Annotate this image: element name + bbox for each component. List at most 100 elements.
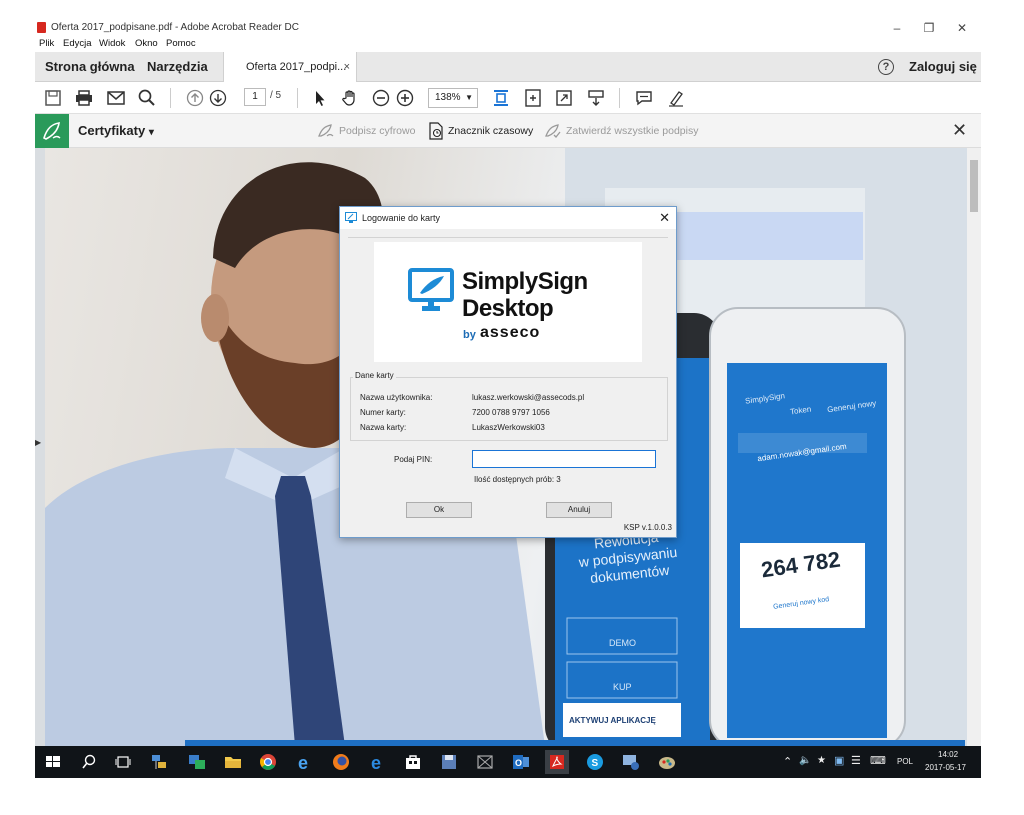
certificate-manager-icon[interactable]: [619, 750, 643, 774]
paint-app-icon[interactable]: [655, 750, 679, 774]
help-icon[interactable]: ?: [878, 59, 894, 75]
network-app-icon[interactable]: [147, 750, 171, 774]
logo-brand: asseco: [480, 324, 541, 341]
windows-start-icon[interactable]: [41, 750, 65, 774]
card-name-value: LukaszWerkowski03: [472, 423, 545, 432]
language-indicator[interactable]: POL: [897, 757, 913, 766]
volume-icon[interactable]: 🔈: [799, 755, 811, 766]
star-icon[interactable]: ★: [817, 755, 826, 766]
menu-view[interactable]: Widok: [99, 38, 125, 49]
notification-icon[interactable]: ☰: [851, 754, 861, 767]
previous-page-icon[interactable]: [185, 88, 205, 108]
tab-tools[interactable]: Narzędzia: [147, 52, 208, 82]
mail-app-icon[interactable]: [473, 750, 497, 774]
certificates-menu[interactable]: Certyfikaty ▾: [78, 114, 154, 150]
firefox-icon[interactable]: [329, 750, 353, 774]
tab-document[interactable]: Oferta 2017_podpi... ×: [223, 52, 357, 83]
ok-button[interactable]: Ok: [406, 502, 472, 518]
skype-icon[interactable]: S: [583, 750, 607, 774]
timestamp-button[interactable]: Znacznik czasowy: [428, 114, 533, 148]
fit-width-icon[interactable]: [523, 88, 543, 108]
certificates-label: Certyfikaty: [78, 123, 146, 138]
certificate-tool-icon: [35, 114, 69, 148]
simplysign-tray-icon[interactable]: ▣: [834, 754, 844, 767]
card-name-label: Nazwa karty:: [360, 423, 407, 432]
validate-signatures-label: Zatwierdź wszystkie podpisy: [566, 125, 699, 137]
tab-close-icon[interactable]: ×: [344, 52, 350, 82]
menu-window[interactable]: Okno: [135, 38, 158, 49]
highlight-pen-icon[interactable]: [666, 88, 686, 108]
next-page-icon[interactable]: [208, 88, 228, 108]
dialog-title: Logowanie do karty: [362, 213, 441, 223]
maximize-button[interactable]: ❐: [912, 19, 946, 37]
chevron-down-icon: ▼: [465, 93, 473, 102]
vertical-scrollbar[interactable]: [967, 148, 981, 746]
pdf-app-icon: [37, 22, 46, 33]
chevron-up-icon[interactable]: ⌃: [783, 755, 792, 768]
select-cursor-icon[interactable]: [310, 88, 330, 108]
file-explorer-icon[interactable]: [221, 750, 245, 774]
print-icon[interactable]: [74, 88, 94, 108]
outlook-icon[interactable]: O: [509, 750, 533, 774]
login-link[interactable]: Zaloguj się: [909, 52, 977, 82]
zoom-select[interactable]: 138% ▼: [428, 88, 478, 108]
svg-text:e: e: [298, 753, 308, 773]
scroll-mode-icon[interactable]: [586, 88, 606, 108]
ksp-version: KSP v.1.0.0.3: [623, 523, 672, 532]
card-number-label: Numer karty:: [360, 408, 406, 417]
chrome-icon[interactable]: [256, 750, 280, 774]
acrobat-window: Oferta 2017_podpisane.pdf - Adobe Acroba…: [35, 18, 981, 778]
close-window-button[interactable]: ✕: [945, 19, 979, 37]
remote-app-icon[interactable]: [185, 750, 209, 774]
clock-time[interactable]: 14:02: [938, 750, 958, 759]
zoom-out-icon[interactable]: [371, 88, 391, 108]
card-login-dialog: Logowanie do karty ✕ SimplySign Desktop …: [339, 206, 677, 538]
windows-taskbar: e e O S ⌃ 🔈 ★ ▣ ☰ ⌨ POL 14:02 2017-05-17: [35, 746, 981, 778]
cancel-button[interactable]: Anuluj: [546, 502, 612, 518]
scrollbar-thumb[interactable]: [970, 160, 978, 212]
toolbar-divider: [619, 88, 620, 108]
svg-text:e: e: [371, 753, 381, 773]
page-number-input[interactable]: 1: [244, 88, 266, 106]
phone-kup-label: KUP: [613, 682, 632, 692]
pin-input[interactable]: [472, 450, 656, 468]
phone-activate-label: AKTYWUJ APLIKACJĘ: [569, 716, 656, 725]
comment-icon[interactable]: [634, 88, 654, 108]
full-screen-icon[interactable]: [554, 88, 574, 108]
search-icon[interactable]: [137, 88, 157, 108]
clock-date[interactable]: 2017-05-17: [925, 763, 966, 772]
acrobat-taskbar-icon[interactable]: [545, 750, 569, 774]
task-view-icon[interactable]: [111, 750, 135, 774]
close-certificates-icon[interactable]: ✕: [952, 120, 967, 141]
sign-digitally-button[interactable]: Podpisz cyfrowo: [317, 114, 415, 148]
tab-home[interactable]: Strona główna: [45, 52, 135, 82]
dialog-close-icon[interactable]: ✕: [659, 210, 670, 226]
internet-explorer-icon[interactable]: e: [293, 750, 317, 774]
left-panel-toggle-icon[interactable]: ▶: [35, 438, 41, 447]
zoom-value: 138%: [435, 92, 461, 103]
search-icon[interactable]: [77, 750, 101, 774]
chevron-down-icon: ▾: [148, 127, 154, 138]
zoom-in-icon[interactable]: [395, 88, 415, 108]
keyboard-icon[interactable]: ⌨: [870, 754, 886, 767]
pin-label: Podaj PIN:: [394, 455, 433, 464]
username-value: lukasz.werkowski@assecods.pl: [472, 393, 585, 402]
edge-icon[interactable]: e: [366, 750, 390, 774]
card-data-title: Dane karty: [353, 371, 396, 380]
save-disk-app-icon[interactable]: [437, 750, 461, 774]
menu-file[interactable]: Plik: [39, 38, 54, 49]
phone-demo-label: DEMO: [609, 638, 636, 648]
simplysign-icon: [345, 212, 357, 223]
minimize-button[interactable]: –: [880, 19, 914, 37]
email-icon[interactable]: [106, 88, 126, 108]
save-icon[interactable]: [43, 88, 63, 108]
fit-page-icon[interactable]: [491, 88, 511, 108]
hand-tool-icon[interactable]: [340, 88, 360, 108]
validate-signatures-button[interactable]: Zatwierdź wszystkie podpisy: [544, 114, 698, 148]
menu-help[interactable]: Pomoc: [166, 38, 196, 49]
store-icon[interactable]: [401, 750, 425, 774]
menu-edit[interactable]: Edycja: [63, 38, 92, 49]
card-number-value: 7200 0788 9797 1056: [472, 408, 550, 417]
tabs-row: Strona główna Narzędzia Oferta 2017_podp…: [35, 52, 981, 83]
main-toolbar: 1 / 5 138% ▼: [35, 82, 981, 114]
